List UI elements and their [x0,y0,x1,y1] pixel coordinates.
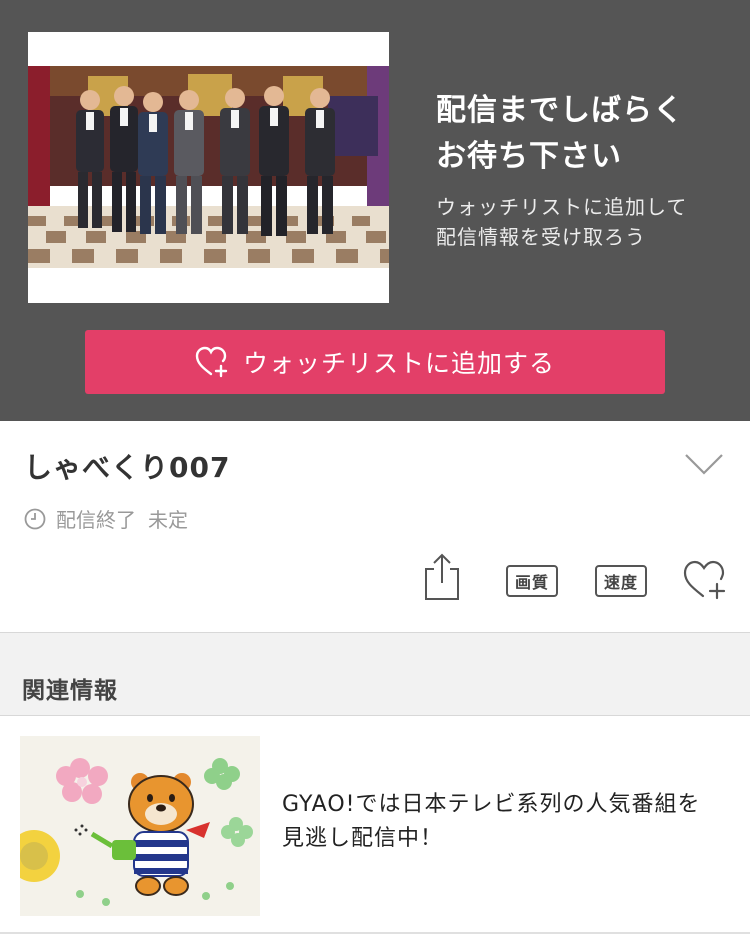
delivery-status: 配信終了 未定 [24,504,188,533]
promo-title: 配信までしばらく お待ち下さい [436,93,684,174]
related-section-header: 関連情報 [0,633,750,715]
quality-button[interactable]: 画質 [506,565,558,597]
related-thumbnail [20,736,260,916]
status-value: 未定 [148,508,188,532]
share-icon[interactable] [422,553,462,601]
heart-plus-icon [195,346,229,378]
add-to-watchlist-label: ウォッチリストに追加する [242,349,555,378]
related-item[interactable]: GYAO!では日本テレビ系列の人気番組を見逃し配信中！ [0,716,750,932]
related-item-text: GYAO!では日本テレビ系列の人気番組を見逃し配信中！ [282,792,701,851]
clock-icon [24,508,46,530]
program-thumbnail [28,66,389,268]
related-heading: 関連情報 [22,678,118,704]
speed-button[interactable]: 速度 [595,565,647,597]
program-thumbnail-frame [28,32,389,303]
promo-subtitle: ウォッチリストに追加して 配信情報を受け取ろう [436,195,688,249]
chevron-down-icon[interactable] [684,452,724,476]
program-title: しゃべくり007 [24,451,231,484]
add-to-watchlist-button[interactable]: ウォッチリストに追加する [85,330,665,394]
status-label: 配信終了 [56,508,136,532]
heart-plus-icon[interactable] [683,560,727,600]
divider [0,932,750,934]
promo-banner: 配信までしばらく お待ち下さい ウォッチリストに追加して 配信情報を受け取ろう … [0,0,750,421]
